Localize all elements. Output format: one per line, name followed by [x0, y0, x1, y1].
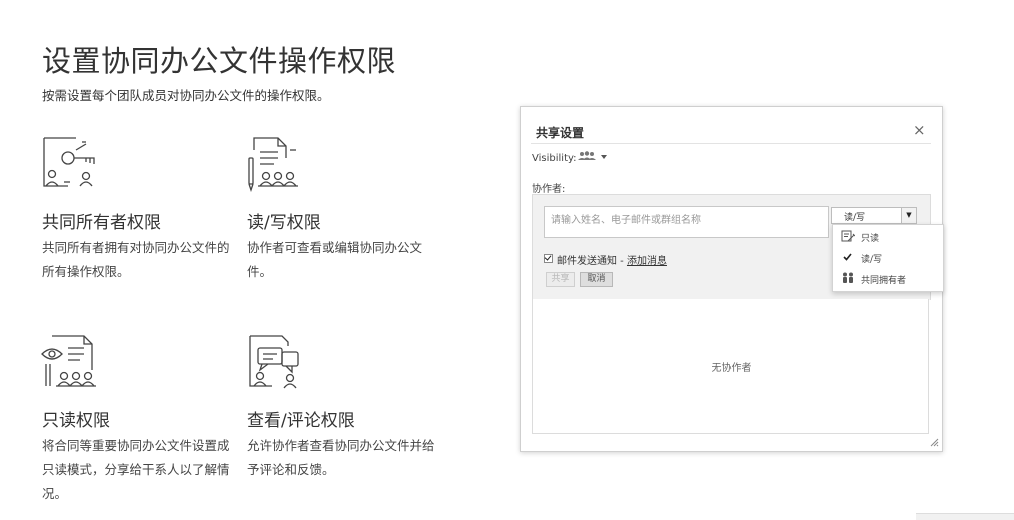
permission-select-value: 读/写: [844, 213, 866, 223]
feature-description: 共同所有者拥有对协同办公文件的所有操作权限。: [42, 240, 230, 279]
feature-description: 允许协作者查看协同办公文件并给予评论和反馈。: [247, 438, 435, 477]
key-document-icon: [43, 137, 95, 187]
menu-item-read-write[interactable]: 读/写: [833, 248, 943, 268]
chevron-down-icon: [601, 155, 607, 159]
menu-item-label: 共同拥有者: [861, 276, 907, 286]
collaborators-label: 协作者:: [532, 184, 566, 195]
comment-document-icon: [249, 335, 299, 389]
menu-item-co-owner[interactable]: 共同拥有者: [833, 269, 943, 289]
feature-title: 只读权限: [42, 411, 110, 431]
share-button[interactable]: 共享: [546, 272, 575, 287]
email-notify-label: 邮件发送通知 -: [557, 256, 627, 267]
permission-select[interactable]: 读/写 ▼: [831, 207, 917, 224]
chevron-down-icon[interactable]: ▼: [901, 208, 916, 223]
eye-document-icon: [41, 335, 96, 387]
feature-title: 共同所有者权限: [42, 213, 161, 233]
visibility-label: Visibility:: [532, 153, 577, 164]
add-message-link[interactable]: 添加消息: [627, 256, 667, 267]
resize-grip-icon[interactable]: [929, 437, 939, 447]
menu-item-label: 读/写: [861, 255, 883, 265]
dialog-divider: [531, 143, 931, 144]
email-notify-checkbox[interactable]: [544, 254, 553, 263]
pencil-document-icon: [248, 137, 298, 192]
feature-title: 查看/评论权限: [247, 411, 355, 431]
visibility-group-icon[interactable]: [578, 151, 610, 163]
dialog-title: 共享设置: [536, 126, 585, 140]
feature-description: 将合同等重要协同办公文件设置成只读模式，分享给干系人以了解情况。: [42, 438, 230, 501]
feature-title: 读/写权限: [247, 213, 321, 233]
menu-item-label: 只读: [861, 234, 880, 244]
cancel-button[interactable]: 取消: [580, 272, 613, 287]
check-icon: [843, 253, 852, 261]
empty-collaborators-text: 无协作者: [711, 363, 752, 374]
feature-description: 协作者可查看或编辑协同办公文件。: [247, 240, 423, 279]
page-title: 设置协同办公文件操作权限: [42, 44, 397, 78]
close-icon[interactable]: ×: [913, 121, 926, 139]
co-owner-icon: [843, 272, 853, 283]
page-subtitle: 按需设置每个团队成员对协同办公文件的操作权限。: [42, 88, 330, 103]
menu-item-read-only[interactable]: 只读: [833, 227, 943, 247]
collaborator-list: 无协作者: [532, 299, 929, 434]
collaborator-name-input[interactable]: 请输入姓名、电子邮件或群组名称: [544, 206, 829, 238]
email-notify-row: 邮件发送通知 - 添加消息: [544, 252, 667, 267]
read-only-icon: [841, 230, 855, 242]
permission-menu: 只读 读/写 共同拥有者: [832, 224, 944, 292]
